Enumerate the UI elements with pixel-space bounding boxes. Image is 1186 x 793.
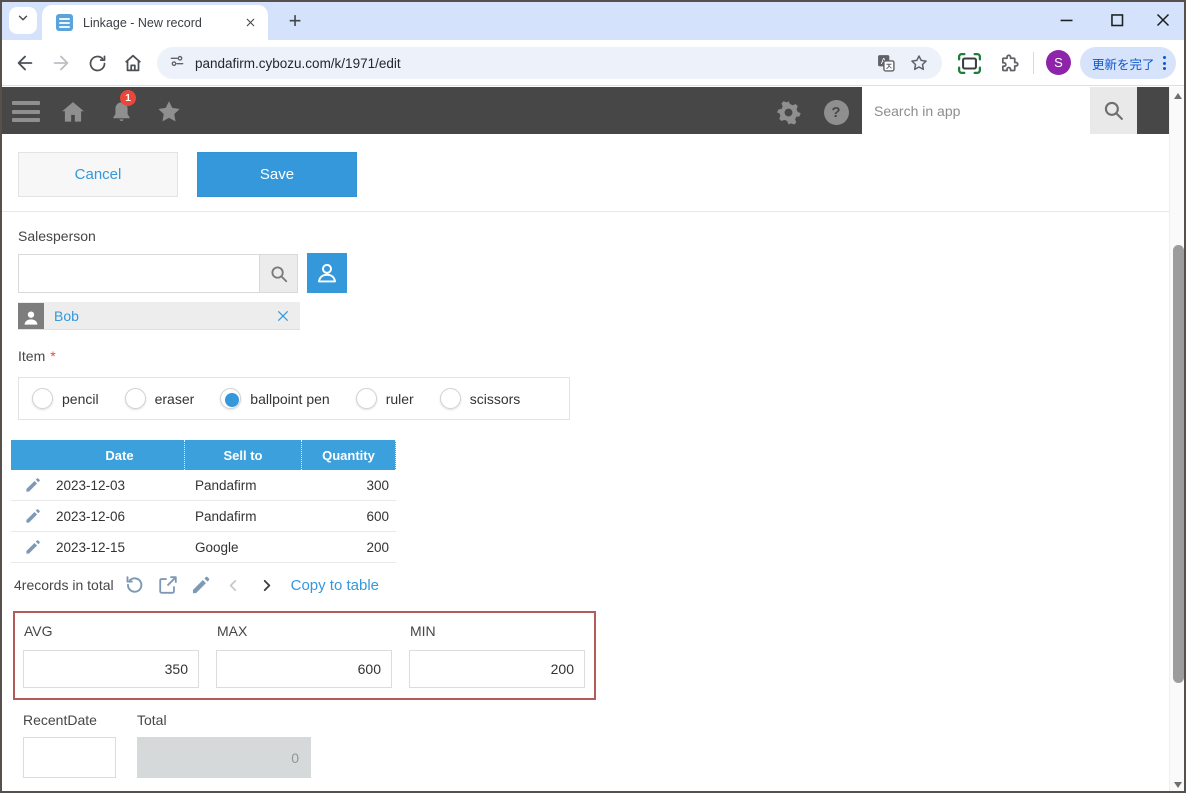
scrollbar-thumb[interactable] [1173, 245, 1184, 683]
radio-circle[interactable] [356, 388, 377, 409]
url-text: pandafirm.cybozu.com/k/1971/edit [195, 56, 932, 71]
forward-button[interactable] [49, 51, 73, 75]
selected-user-chip: Bob [18, 302, 300, 330]
salesperson-label: Salesperson [18, 228, 96, 244]
close-window-button[interactable] [1148, 6, 1178, 34]
radio-option-ruler[interactable]: ruler [356, 388, 414, 409]
edit-pencil-icon[interactable] [11, 476, 55, 494]
maximize-button[interactable] [1102, 6, 1132, 34]
help-icon[interactable]: ? [820, 96, 852, 128]
records-summary: 4records in total [14, 577, 114, 593]
max-label: MAX [217, 623, 247, 639]
min-input[interactable] [409, 650, 585, 688]
table-row: 2023-12-06 Pandafirm 600 [11, 501, 396, 532]
table-row: 2023-12-03 Pandafirm 300 [11, 470, 396, 501]
tab-close-icon[interactable] [240, 13, 260, 33]
reload-button[interactable] [85, 51, 109, 75]
save-button[interactable]: Save [197, 152, 357, 197]
home-button[interactable] [121, 51, 145, 75]
salesperson-picker [18, 254, 298, 293]
radio-circle[interactable] [440, 388, 461, 409]
browser-tab[interactable]: Linkage - New record [42, 5, 268, 40]
back-button[interactable] [13, 51, 37, 75]
radio-circle[interactable] [32, 388, 53, 409]
col-header-date[interactable]: Date [55, 440, 185, 470]
browser-window: Linkage - New record + pandafirm.cybozu [0, 0, 1186, 793]
salesperson-search-button[interactable] [259, 255, 297, 292]
edit-pencil-icon[interactable] [11, 538, 55, 556]
bookmark-star-icon[interactable] [905, 49, 933, 77]
chevron-down-icon [16, 11, 30, 30]
open-in-new-icon[interactable] [156, 573, 180, 597]
browser-menu-icon[interactable] [1161, 54, 1168, 72]
table-footer: 4records in total Copy to table [14, 570, 379, 600]
records-table: Date Sell to Quantity 2023-12-03 Pandafi… [11, 440, 396, 563]
chrome-update-button[interactable]: 更新を完了 [1080, 47, 1176, 79]
search-icon [269, 264, 289, 284]
screen-capture-extension-icon[interactable] [955, 49, 983, 77]
new-tab-button[interactable]: + [281, 7, 309, 35]
recent-date-input[interactable] [23, 737, 116, 778]
avg-input[interactable] [23, 650, 199, 688]
edit-pencil-icon[interactable] [189, 573, 213, 597]
site-settings-icon[interactable] [169, 53, 185, 74]
profile-avatar[interactable]: S [1046, 50, 1071, 75]
page-scrollbar[interactable] [1169, 87, 1186, 793]
tab-title: Linkage - New record [83, 16, 240, 30]
settings-gear-icon[interactable] [772, 96, 804, 128]
select-user-button[interactable] [307, 253, 347, 293]
scroll-down-arrow[interactable] [1170, 776, 1186, 793]
search-icon [1102, 99, 1125, 122]
url-bar[interactable]: pandafirm.cybozu.com/k/1971/edit [157, 47, 942, 79]
salesperson-search-input[interactable] [19, 255, 259, 292]
edit-pencil-icon[interactable] [11, 507, 55, 525]
selected-user-name[interactable]: Bob [54, 308, 270, 324]
person-icon [314, 260, 340, 286]
cancel-button[interactable]: Cancel [18, 152, 178, 197]
avg-label: AVG [24, 623, 53, 639]
remove-user-icon[interactable] [270, 303, 296, 329]
radio-option-eraser[interactable]: eraser [125, 388, 195, 409]
col-header-quantity[interactable]: Quantity [302, 440, 396, 470]
radio-circle[interactable] [125, 388, 146, 409]
app-search-button[interactable] [1090, 87, 1137, 134]
radio-circle-selected[interactable] [220, 388, 241, 409]
item-radio-group: pencil eraser ballpoint pen ruler scisso… [18, 377, 570, 420]
radio-option-ballpoint-pen[interactable]: ballpoint pen [220, 388, 329, 409]
scroll-up-arrow[interactable] [1170, 87, 1186, 104]
prev-page-chevron-icon [222, 573, 246, 597]
user-avatar-icon [18, 303, 44, 329]
table-header: Date Sell to Quantity [11, 440, 396, 470]
col-header-sell-to[interactable]: Sell to [185, 440, 302, 470]
min-label: MIN [410, 623, 436, 639]
toolbar-separator [1033, 52, 1034, 74]
extensions-puzzle-icon[interactable] [995, 49, 1023, 77]
radio-option-pencil[interactable]: pencil [32, 388, 99, 409]
app-search-box[interactable] [862, 87, 1090, 134]
total-label: Total [137, 712, 167, 728]
translate-icon[interactable]: A [872, 49, 900, 77]
required-mark: * [50, 348, 55, 364]
app-search-input[interactable] [862, 87, 1090, 134]
portal-home-icon[interactable] [57, 96, 89, 128]
app-favicon-icon [56, 14, 73, 31]
notification-badge: 1 [120, 90, 136, 106]
section-divider [0, 211, 1169, 212]
table-row: 2023-12-15 Google 200 [11, 532, 396, 563]
copy-to-table-link[interactable]: Copy to table [291, 577, 379, 594]
radio-option-scissors[interactable]: scissors [440, 388, 521, 409]
refresh-icon[interactable] [123, 573, 147, 597]
hamburger-menu-icon[interactable] [12, 101, 40, 127]
minimize-button[interactable] [1052, 6, 1082, 34]
max-input[interactable] [216, 650, 392, 688]
next-page-chevron-icon[interactable] [255, 573, 279, 597]
update-button-label: 更新を完了 [1092, 54, 1155, 73]
favorites-star-icon[interactable] [153, 96, 185, 128]
tab-search-button[interactable] [9, 7, 37, 34]
item-label: Item* [18, 348, 56, 364]
recent-date-label: RecentDate [23, 712, 97, 728]
total-input [137, 737, 311, 778]
browser-tab-strip: Linkage - New record + [0, 0, 1186, 40]
